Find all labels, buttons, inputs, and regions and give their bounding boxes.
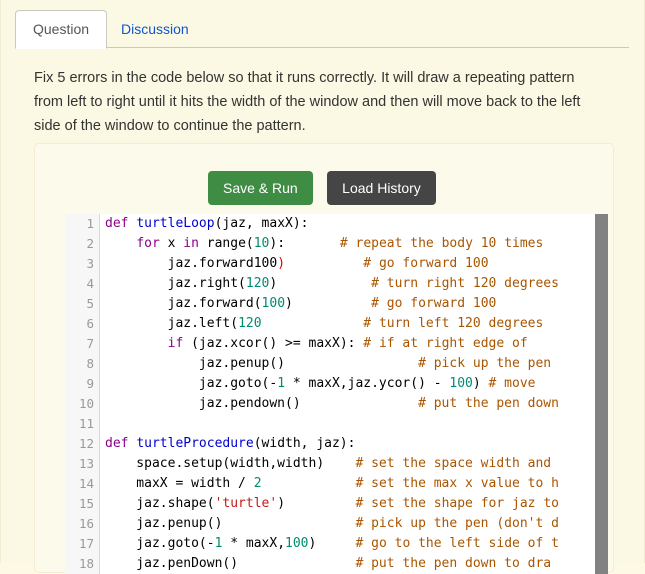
line-number: 3 — [86, 256, 94, 271]
code-line: jaz.goto(-1 * maxX,jaz.ycor() - 100) # m… — [105, 376, 536, 391]
button-row: Save & Run Load History — [208, 171, 436, 205]
code-line: jaz.penup() # pick up the pen (don't d — [105, 516, 559, 531]
line-number: 14 — [78, 476, 94, 491]
code-line: jaz.penDown() # put the pen down to dra — [105, 556, 552, 571]
line-number: 9 — [86, 376, 94, 391]
code-line: jaz.goto(-1 * maxX,100) # go to the left… — [105, 536, 559, 551]
line-number: 16 — [78, 516, 94, 531]
line-number: 2 — [86, 236, 94, 251]
tab-discussion[interactable]: Discussion — [103, 10, 207, 48]
code-line: jaz.left(120 # turn left 120 degrees — [105, 316, 544, 331]
tab-question-label: Question — [33, 21, 90, 37]
code-line: space.setup(width,width) # set the space… — [105, 456, 552, 471]
exercise-card: Save & Run Load History 1 2 3 4 5 6 7 8 9 10 11 12 1… — [34, 143, 614, 574]
code-line: jaz.pendown() # put the pen down — [105, 396, 559, 411]
code-content[interactable]: def turtleLoop(jaz, maxX): for x in rang… — [101, 214, 595, 574]
line-number: 10 — [78, 396, 94, 411]
editor-scrollbar-thumb[interactable] — [595, 214, 608, 574]
line-number: 5 — [86, 296, 94, 311]
load-history-button[interactable]: Load History — [327, 171, 436, 205]
line-number: 11 — [78, 416, 94, 431]
line-number: 13 — [78, 456, 94, 471]
code-line: jaz.forward(100) # go forward 100 — [105, 296, 497, 311]
code-line: def turtleLoop(jaz, maxX): — [105, 216, 309, 231]
line-number: 4 — [86, 276, 94, 291]
line-number: 15 — [78, 496, 94, 511]
line-number: 17 — [78, 536, 94, 551]
line-number: 1 — [86, 216, 94, 231]
save-and-run-button[interactable]: Save & Run — [208, 171, 313, 205]
code-line: if (jaz.xcor() >= maxX): # if at right e… — [167, 336, 528, 351]
editor-vertical-scrollbar[interactable] — [595, 214, 608, 574]
code-line: jaz.shape('turtle') # set the shape for … — [105, 496, 559, 511]
code-editor[interactable]: 1 2 3 4 5 6 7 8 9 10 11 12 13 14 15 16 17 18 def turtleLo… — [65, 214, 608, 574]
code-line: jaz.penup() # pick up the pen — [105, 356, 552, 371]
line-number: 6 — [86, 316, 94, 331]
page-panel: Question Discussion Fix 5 errors in the … — [0, 0, 645, 574]
code-line: for x in range(10): # repeat the body 10… — [136, 236, 544, 251]
instruction-text: Fix 5 errors in the code below so that i… — [34, 70, 581, 134]
line-number: 12 — [78, 436, 94, 451]
tab-question[interactable]: Question — [15, 10, 108, 49]
code-line: jaz.right(120) # turn right 120 degrees — [105, 276, 559, 291]
line-number: 7 — [86, 336, 94, 351]
code-line: maxX = width / 2 # set the max x value t… — [105, 476, 559, 491]
tab-discussion-label: Discussion — [121, 21, 189, 37]
line-number-gutter: 1 2 3 4 5 6 7 8 9 10 11 12 13 14 15 16 17 18 — [65, 214, 100, 574]
line-number: 18 — [78, 556, 94, 571]
line-number: 8 — [86, 356, 94, 371]
code-line: def turtleProcedure(width, jaz): — [105, 436, 356, 451]
code-line: jaz.forward100) # go forward 100 — [105, 256, 489, 271]
tab-bar: Question Discussion — [15, 10, 629, 49]
